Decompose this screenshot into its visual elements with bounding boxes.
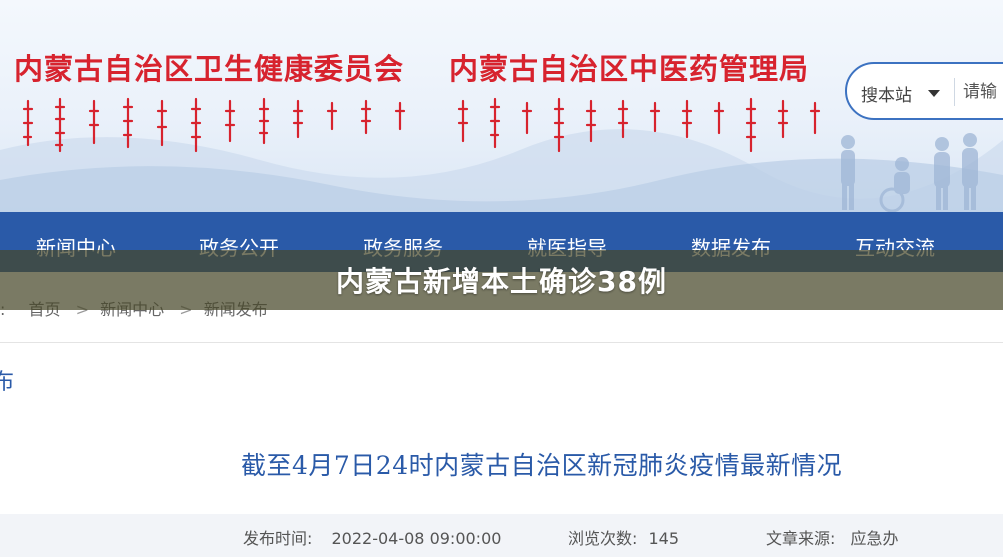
publish-time-value: 2022-04-08 09:00:00 (331, 529, 502, 548)
chevron-down-icon[interactable] (928, 90, 940, 97)
publish-time-label: 发布时间: (243, 529, 313, 548)
view-count: 浏览次数: 145 (568, 525, 679, 549)
article-title: 截至4月7日24时内蒙古自治区新冠肺炎疫情最新情况 (241, 451, 843, 480)
headline-caption-text: 内蒙古新增本土确诊38例 (336, 265, 667, 298)
headline-caption-overlay: 内蒙古新增本土确诊38例 (0, 250, 1003, 310)
mongolian-script-right (457, 97, 821, 153)
sidebar-heading-fragment: 布 (0, 370, 15, 395)
view-count-value: 145 (648, 529, 680, 548)
search-divider (954, 78, 955, 106)
publish-time: 发布时间: 2022-04-08 09:00:00 (243, 525, 501, 549)
article-source-label: 文章来源: (766, 529, 836, 548)
view-count-label: 浏览次数: (568, 529, 638, 548)
article-source-value: 应急办 (850, 529, 899, 548)
search-input[interactable] (963, 78, 1003, 106)
people-silhouette-illustration (841, 133, 978, 212)
article-source: 文章来源: 应急办 (766, 525, 899, 549)
article-meta-bar: 发布时间: 2022-04-08 09:00:00 浏览次数: 145 文章来源… (0, 514, 1003, 557)
header-banner: 内蒙古自治区卫生健康委员会 内蒙古自治区中医药管理局 搜本站 请输 (0, 0, 1003, 212)
mongolian-script-left (22, 97, 406, 153)
divider (0, 342, 1003, 343)
search-scope-label[interactable]: 搜本站 (861, 81, 912, 106)
site-title-health-commission: 内蒙古自治区卫生健康委员会 (14, 52, 405, 86)
site-search[interactable]: 搜本站 (845, 62, 1003, 120)
site-title-tcm-bureau: 内蒙古自治区中医药管理局 (449, 52, 810, 86)
